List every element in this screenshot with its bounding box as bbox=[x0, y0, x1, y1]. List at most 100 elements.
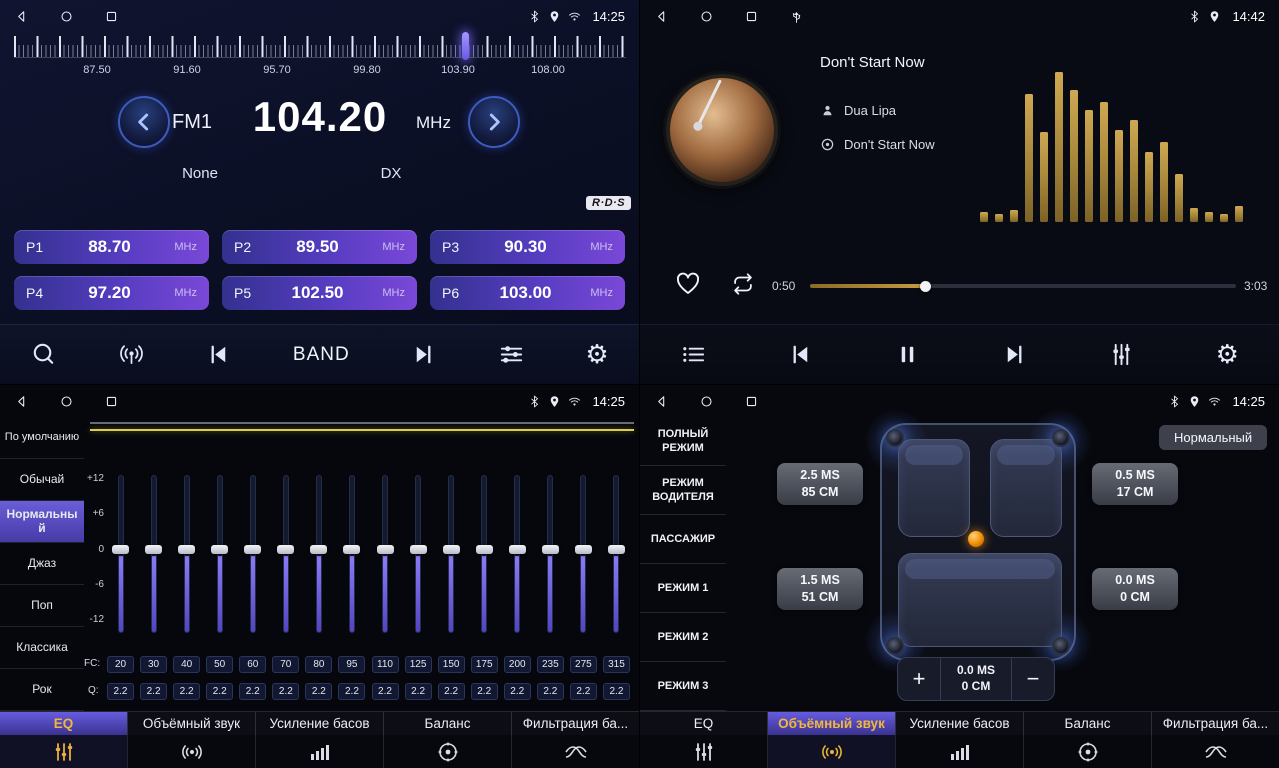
nav-home-button[interactable] bbox=[59, 394, 74, 409]
eq-slider-track[interactable] bbox=[349, 475, 355, 633]
mode-1[interactable]: РЕЖИМ 1 bbox=[640, 564, 726, 613]
tab-filter[interactable]: Фильтрация ба... bbox=[1152, 712, 1279, 735]
front-right-delay[interactable]: 0.5 MS 17 CM bbox=[1092, 463, 1178, 505]
eq-slider-handle[interactable] bbox=[244, 545, 261, 554]
playlist-icon[interactable] bbox=[680, 341, 707, 368]
eq-slider-track[interactable] bbox=[415, 475, 421, 633]
tab-surround[interactable]: Объёмный звук bbox=[768, 712, 896, 735]
rear-left-delay[interactable]: 1.5 MS 51 CM bbox=[777, 568, 863, 610]
eq-slider-track[interactable] bbox=[250, 475, 256, 633]
preset-p5[interactable]: P5 102.50 MHz bbox=[222, 276, 417, 310]
nav-home-button[interactable] bbox=[59, 9, 74, 24]
tab-balance[interactable]: Баланс bbox=[384, 712, 512, 735]
eq-preset-pop[interactable]: Поп bbox=[0, 585, 84, 627]
eq-band-slider[interactable] bbox=[239, 475, 266, 633]
surround-sound-icon[interactable] bbox=[128, 735, 256, 768]
balance-icon[interactable] bbox=[1024, 735, 1152, 768]
eq-band-slider[interactable] bbox=[504, 475, 531, 633]
eq-slider-track[interactable] bbox=[184, 475, 190, 633]
nav-back-button[interactable] bbox=[14, 394, 29, 409]
tab-surround[interactable]: Объёмный звук bbox=[128, 712, 256, 735]
preset-p6[interactable]: P6 103.00 MHz bbox=[430, 276, 625, 310]
repeat-icon[interactable] bbox=[730, 271, 756, 302]
tab-eq[interactable]: EQ bbox=[640, 712, 768, 735]
tune-down-button[interactable] bbox=[118, 96, 170, 148]
eq-preset-classic[interactable]: Классика bbox=[0, 627, 84, 669]
listening-position-marker[interactable] bbox=[968, 531, 984, 547]
preset-p4[interactable]: P4 97.20 MHz bbox=[14, 276, 209, 310]
eq-band-slider[interactable] bbox=[438, 475, 465, 633]
tab-filter[interactable]: Фильтрация ба... bbox=[512, 712, 639, 735]
eq-slider-track[interactable] bbox=[580, 475, 586, 633]
profile-chip[interactable]: Нормальный bbox=[1159, 425, 1267, 450]
eq-sliders-icon[interactable] bbox=[640, 735, 768, 768]
mode-3[interactable]: РЕЖИМ 3 bbox=[640, 662, 726, 711]
eq-slider-handle[interactable] bbox=[575, 545, 592, 554]
eq-band-slider[interactable] bbox=[140, 475, 167, 633]
settings-gear-icon[interactable]: ⚙ bbox=[585, 342, 608, 368]
progress-knob[interactable] bbox=[920, 281, 931, 292]
nav-home-button[interactable] bbox=[699, 9, 714, 24]
eq-slider-handle[interactable] bbox=[542, 545, 559, 554]
eq-band-slider[interactable] bbox=[537, 475, 564, 633]
decrease-delay-button[interactable]: − bbox=[1012, 658, 1054, 700]
next-track-icon[interactable] bbox=[1001, 341, 1028, 368]
filter-icon[interactable] bbox=[1152, 735, 1279, 768]
eq-slider-handle[interactable] bbox=[410, 545, 427, 554]
tab-bass-boost[interactable]: Усиление басов bbox=[896, 712, 1024, 735]
equalizer-settings-icon[interactable] bbox=[498, 341, 525, 368]
nav-recents-button[interactable] bbox=[744, 9, 759, 24]
eq-slider-track[interactable] bbox=[613, 475, 619, 633]
eq-preset-rock[interactable]: Рок bbox=[0, 669, 84, 711]
frequency-indicator[interactable] bbox=[462, 32, 469, 60]
progress-slider[interactable] bbox=[810, 284, 1236, 288]
nav-home-button[interactable] bbox=[699, 394, 714, 409]
eq-band-slider[interactable] bbox=[570, 475, 597, 633]
filter-icon[interactable] bbox=[512, 735, 639, 768]
eq-slider-handle[interactable] bbox=[509, 545, 526, 554]
eq-band-slider[interactable] bbox=[272, 475, 299, 633]
eq-preset-jazz[interactable]: Джаз bbox=[0, 543, 84, 585]
nav-recents-button[interactable] bbox=[104, 394, 119, 409]
broadcast-icon[interactable] bbox=[118, 341, 145, 368]
eq-slider-track[interactable] bbox=[151, 475, 157, 633]
eq-slider-handle[interactable] bbox=[608, 545, 625, 554]
band-button[interactable]: BAND bbox=[293, 344, 350, 366]
eq-preset-default[interactable]: По умолчанию bbox=[0, 417, 84, 459]
bass-boost-icon[interactable] bbox=[256, 735, 384, 768]
surround-sound-icon[interactable] bbox=[768, 735, 896, 768]
eq-slider-track[interactable] bbox=[283, 475, 289, 633]
eq-slider-track[interactable] bbox=[382, 475, 388, 633]
nav-recents-button[interactable] bbox=[744, 394, 759, 409]
eq-band-slider[interactable] bbox=[206, 475, 233, 633]
eq-band-slider[interactable] bbox=[107, 475, 134, 633]
tab-balance[interactable]: Баланс bbox=[1024, 712, 1152, 735]
eq-preset-normal[interactable]: Нормальный bbox=[0, 501, 84, 543]
eq-band-slider[interactable] bbox=[603, 475, 630, 633]
increase-delay-button[interactable]: + bbox=[898, 658, 940, 700]
nav-back-button[interactable] bbox=[654, 394, 669, 409]
eq-slider-track[interactable] bbox=[481, 475, 487, 633]
eq-band-slider[interactable] bbox=[173, 475, 200, 633]
eq-slider-handle[interactable] bbox=[310, 545, 327, 554]
rear-right-delay[interactable]: 0.0 MS 0 CM bbox=[1092, 568, 1178, 610]
eq-slider-handle[interactable] bbox=[145, 545, 162, 554]
eq-band-slider[interactable] bbox=[372, 475, 399, 633]
mixer-icon[interactable] bbox=[1108, 341, 1135, 368]
eq-band-slider[interactable] bbox=[338, 475, 365, 633]
preset-p1[interactable]: P1 88.70 MHz bbox=[14, 230, 209, 264]
eq-band-slider[interactable] bbox=[471, 475, 498, 633]
previous-station-icon[interactable] bbox=[205, 341, 232, 368]
eq-slider-track[interactable] bbox=[217, 475, 223, 633]
next-station-icon[interactable] bbox=[410, 341, 437, 368]
eq-slider-handle[interactable] bbox=[443, 545, 460, 554]
nav-back-button[interactable] bbox=[654, 9, 669, 24]
balance-icon[interactable] bbox=[384, 735, 512, 768]
search-icon[interactable] bbox=[30, 341, 57, 368]
tab-eq[interactable]: EQ bbox=[0, 712, 128, 735]
previous-track-icon[interactable] bbox=[787, 341, 814, 368]
eq-band-slider[interactable] bbox=[305, 475, 332, 633]
eq-slider-handle[interactable] bbox=[476, 545, 493, 554]
tab-bass-boost[interactable]: Усиление басов bbox=[256, 712, 384, 735]
eq-slider-handle[interactable] bbox=[343, 545, 360, 554]
